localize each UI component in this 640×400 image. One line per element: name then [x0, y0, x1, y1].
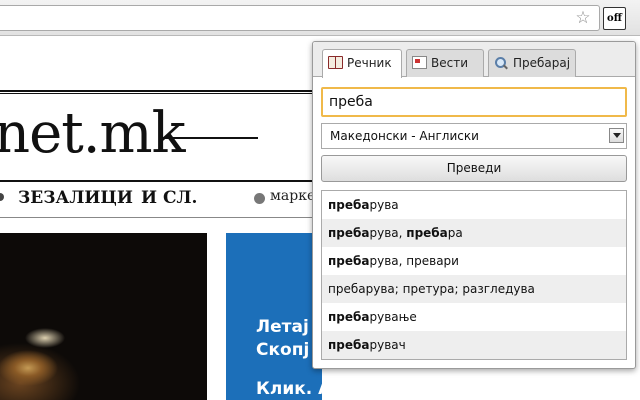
result-text: рува,	[369, 226, 407, 240]
nav-rule-top	[0, 180, 330, 182]
result-match-text: преба	[328, 338, 370, 352]
chevron-down-icon[interactable]	[609, 128, 624, 143]
result-item[interactable]: пребарува	[322, 191, 626, 219]
result-match-text: преба	[328, 310, 370, 324]
search-input[interactable]	[321, 87, 627, 117]
dictionary-popup: Речник Вести Пребарај Македонски - Англи…	[312, 41, 636, 369]
tab-search[interactable]: Пребарај	[488, 49, 576, 77]
result-item[interactable]: пребарување	[322, 303, 626, 331]
ad-banner[interactable]: Летај Скопј Клик. Аіде да патуваме!	[226, 233, 322, 400]
nav-dot	[254, 193, 265, 204]
browser-toolbar: ☆ off	[0, 0, 640, 36]
result-text: рува	[369, 198, 399, 212]
language-select[interactable]: Македонски - Англиски	[321, 123, 627, 149]
nav-rule-bottom	[0, 217, 330, 218]
header-rule	[0, 90, 330, 94]
address-bar[interactable]: ☆	[0, 5, 600, 31]
ad-line-2: Скопј	[256, 340, 310, 360]
search-icon	[494, 56, 508, 70]
result-item[interactable]: пребарува; претура; разгледува	[322, 275, 626, 303]
result-match-text: преба	[328, 198, 370, 212]
logo-dash	[162, 137, 258, 139]
result-match-text: преба	[328, 226, 370, 240]
tab-dictionary-label: Речник	[347, 56, 392, 70]
tab-search-label: Пребарај	[513, 56, 571, 70]
result-text: рувач	[369, 338, 406, 352]
nav-item-i-sl[interactable]: И СЛ.	[141, 188, 197, 208]
result-item[interactable]: пребарувач	[322, 331, 626, 359]
tab-news-label: Вести	[431, 56, 469, 70]
result-text: пребарува; претура; разгледува	[328, 282, 535, 296]
ad-line-1: Летај	[256, 317, 309, 337]
result-text: ра	[447, 226, 463, 240]
result-match-text: преба	[406, 226, 448, 240]
translate-button[interactable]: Преведи	[321, 155, 627, 182]
result-text: рува, превари	[369, 254, 459, 268]
ad-line-3: Клик. Аіде да патуваме!	[256, 379, 322, 399]
article-image[interactable]	[0, 233, 207, 400]
news-icon	[412, 56, 427, 69]
result-item[interactable]: пребарува, превари	[322, 247, 626, 275]
bookmark-star-icon[interactable]: ☆	[573, 8, 593, 28]
nav-bullet	[0, 193, 4, 201]
result-item[interactable]: пребарува, пребара	[322, 219, 626, 247]
tab-strip: Речник Вести Пребарај	[313, 42, 635, 78]
dictionary-icon	[328, 56, 343, 69]
language-select-value: Македонски - Англиски	[330, 129, 479, 143]
results-list: пребарува пребарува, пребара пребарува, пр…	[321, 190, 627, 360]
result-match-text: преба	[328, 254, 370, 268]
tab-dictionary[interactable]: Речник	[322, 49, 402, 78]
nav-item-market[interactable]: марке	[270, 188, 315, 204]
tab-news[interactable]: Вести	[406, 49, 484, 77]
nav-item-zezalici[interactable]: ЗЕЗАЛИЦИ	[18, 188, 133, 208]
result-text: рување	[369, 310, 417, 324]
extension-button[interactable]: off	[603, 7, 626, 30]
site-logo[interactable]: net.mk	[0, 99, 186, 169]
